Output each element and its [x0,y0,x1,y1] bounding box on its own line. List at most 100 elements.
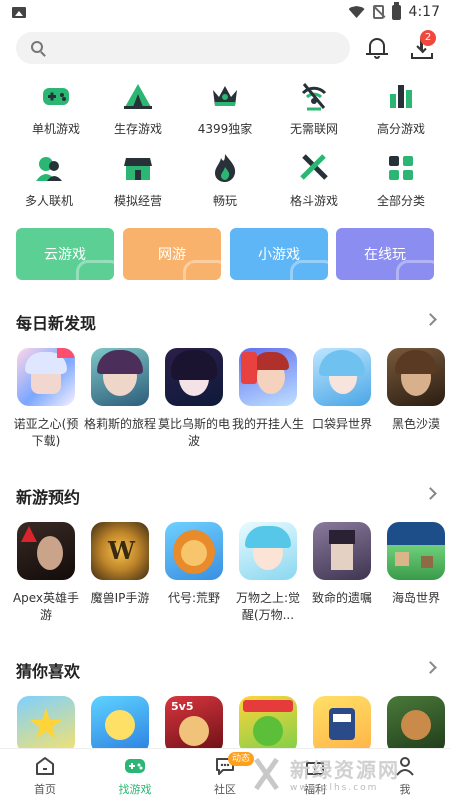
game-card[interactable]: 代号:荒野 [161,522,227,607]
game-card[interactable] [235,696,301,748]
flame-icon [209,152,241,184]
chevron-right-icon[interactable] [424,487,437,500]
category-play[interactable]: 畅玩 [181,152,269,209]
game-art-icon [313,522,371,580]
game-art-icon [313,348,371,406]
game-card[interactable] [383,696,449,748]
crown-icon [209,80,241,112]
chevron-right-icon[interactable] [424,313,437,326]
category-offline[interactable]: 无需联网 [270,80,358,137]
chevron-right-icon[interactable] [424,661,437,674]
category-label: 4399独家 [197,122,253,136]
game-card[interactable]: 黑色沙漠 [383,348,449,433]
game-art-icon [313,696,371,748]
game-name: 万物之上:觉醒(万物... [235,591,301,622]
tile-mini-games[interactable]: 小游戏 [230,228,328,280]
game-art-icon [91,348,149,406]
category-label: 多人联机 [24,194,73,208]
game-name: 魔兽IP手游 [90,591,150,605]
no-network-icon [298,80,330,112]
bar-chart-icon [385,80,417,112]
game-card[interactable]: 我的开挂人生 [232,348,304,433]
category-label: 生存游戏 [113,122,162,136]
clock: 4:17 [408,4,440,20]
section-title: 每日新发现 [16,314,97,333]
game-art-icon [165,348,223,406]
game-art-icon [239,696,297,748]
tile-label: 云游戏 [44,247,86,263]
category-multiplayer[interactable]: 多人联机 [5,152,93,209]
wifi-icon [348,6,365,18]
category-label: 格斗游戏 [289,194,338,208]
game-card[interactable]: 格莉斯的旅程 [84,348,156,433]
category-label: 高分游戏 [376,122,425,136]
watermark-logo-icon [250,756,284,790]
game-card[interactable] [309,696,375,748]
game-art-icon [239,522,297,580]
tile-play-online[interactable]: 在线玩 [336,228,434,280]
game-name: 代号:荒野 [167,591,221,605]
notification-bell-icon[interactable] [366,36,388,60]
tile-label: 小游戏 [258,247,300,263]
game-card[interactable]: 万物之上:觉醒(万物... [235,522,301,624]
category-single-player[interactable]: 单机游戏 [12,80,100,137]
game-name: 我的开挂人生 [231,417,304,431]
watermark: 新绿资源网 www.xlhs.com [250,752,430,794]
game-row: Apex英雄手游 W 魔兽IP手游 代号:荒野 万物之上:觉醒(万物... 致命… [0,522,450,642]
multiplayer-icon [33,152,65,184]
home-icon [34,755,56,777]
gamepad-icon [124,755,146,777]
game-name: 莫比乌斯的电波 [157,417,230,448]
game-art-icon: W [91,522,149,580]
section-title: 新游预约 [16,488,81,507]
game-card[interactable]: W 魔兽IP手游 [87,522,153,607]
game-name: 黑色沙漠 [391,417,440,431]
category-simulation[interactable]: 模拟经营 [94,152,182,209]
category-label: 全部分类 [376,194,425,208]
category-all[interactable]: 全部分类 [357,152,445,209]
game-card[interactable]: 莫比乌斯的电波 [158,348,230,450]
game-row: 诺亚之心(预下载) 格莉斯的旅程 莫比乌斯的电波 我的开挂人生 口袋异世界 黑色… [0,348,450,468]
game-card[interactable] [13,696,79,748]
category-label: 单机游戏 [31,122,80,136]
game-card[interactable]: 5v5 [161,696,227,748]
search-input[interactable] [16,32,350,64]
game-art-icon [17,696,75,748]
sword-icon [298,152,330,184]
watermark-title: 新绿资源网 [290,757,400,782]
game-card[interactable]: 口袋异世界 [309,348,375,433]
nav-home[interactable]: 首页 [10,755,80,797]
nav-find-games[interactable]: 找游戏 [100,755,170,797]
category-label: 模拟经营 [113,194,162,208]
tent-icon [122,80,154,112]
tile-online-games[interactable]: 网游 [123,228,221,280]
game-name: 诺亚之心(预下载) [13,417,79,448]
game-art-icon [387,696,445,748]
gamepad-icon [40,80,72,112]
game-art-icon [239,348,297,406]
download-count-badge: 2 [420,30,436,46]
nav-label: 找游戏 [118,783,152,796]
game-card[interactable]: 海岛世界 [383,522,449,607]
tile-label: 网游 [158,247,186,263]
category-label: 无需联网 [289,122,338,136]
status-icons: 4:17 [348,1,440,20]
game-art-icon [387,522,445,580]
game-card[interactable]: Apex英雄手游 [13,522,79,624]
category-high-score[interactable]: 高分游戏 [357,80,445,137]
tile-cloud-games[interactable]: 云游戏 [16,228,114,280]
section-title: 猜你喜欢 [16,662,81,681]
category-survival[interactable]: 生存游戏 [94,80,182,137]
shop-icon [122,152,154,184]
game-card[interactable] [87,696,153,748]
game-name: Apex英雄手游 [12,591,80,622]
game-art-icon: 5v5 [165,696,223,748]
watermark-url: www.xlhs.com [290,782,379,793]
game-name: 格莉斯的旅程 [83,417,156,431]
category-4399-exclusive[interactable]: 4399独家 [181,80,269,137]
game-card[interactable]: 诺亚之心(预下载) [13,348,79,450]
image-notification-icon [12,6,26,18]
category-fighting[interactable]: 格斗游戏 [270,152,358,209]
status-bar: 4:17 [0,0,450,24]
game-card[interactable]: 致命的遗嘱 [309,522,375,607]
